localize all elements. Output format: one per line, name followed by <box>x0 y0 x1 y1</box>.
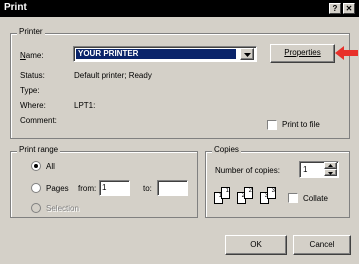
status-label: Status: <box>20 71 45 80</box>
status-value: Default printer; Ready <box>74 71 152 80</box>
spin-up-icon <box>328 164 333 167</box>
chevron-down-icon <box>244 53 251 57</box>
properties-label: Properties <box>284 48 321 57</box>
to-input[interactable] <box>157 180 188 196</box>
window-title: Print <box>4 2 27 13</box>
copies-number-value: 1 <box>303 165 308 174</box>
where-label: Where: <box>20 101 46 110</box>
copies-number-input[interactable]: 1 <box>299 161 339 178</box>
type-label: Type: <box>20 86 40 95</box>
printer-name-value: YOUR PRINTER <box>78 49 139 58</box>
pages-radio[interactable] <box>31 183 41 193</box>
collate-page: 2 <box>244 187 253 199</box>
from-label: from: <box>78 184 97 193</box>
collate-illustration: 1 1 2 2 3 3 <box>214 186 294 208</box>
selection-label: Selection <box>46 204 79 213</box>
selection-radio[interactable] <box>31 203 41 213</box>
annotation-arrow-icon <box>335 46 358 60</box>
all-radio[interactable] <box>31 161 41 171</box>
printer-group-label: Printer <box>17 27 45 36</box>
spin-up-button[interactable] <box>324 162 337 169</box>
collate-page: 3 <box>267 187 276 199</box>
copies-group-label: Copies <box>212 145 241 154</box>
ok-button[interactable]: OK <box>225 235 287 255</box>
collate-checkbox[interactable] <box>288 193 298 203</box>
print-to-file-checkbox[interactable] <box>267 120 277 130</box>
print-range-group-label: Print range <box>17 145 61 154</box>
cancel-button[interactable]: Cancel <box>293 235 351 255</box>
from-value: 1 <box>102 183 107 192</box>
collate-label: Collate <box>303 194 328 203</box>
help-button[interactable]: ? <box>329 3 341 14</box>
name-label: Name: <box>20 51 44 60</box>
spin-down-button[interactable] <box>324 169 337 176</box>
where-value: LPT1: <box>74 101 96 110</box>
comment-label: Comment: <box>20 116 57 125</box>
copies-number-label: Number of copies: <box>215 166 280 175</box>
pages-label: Pages <box>46 184 69 193</box>
properties-button[interactable]: Properties <box>270 44 335 63</box>
spin-down-icon <box>328 172 333 175</box>
all-label: All <box>46 162 55 171</box>
to-label: to: <box>143 184 152 193</box>
collate-page: 1 <box>221 187 230 199</box>
print-to-file-label: Print to file <box>282 120 320 129</box>
printer-name-select[interactable]: YOUR PRINTER <box>73 46 257 62</box>
close-button[interactable]: ✕ <box>343 3 355 14</box>
dropdown-button[interactable] <box>240 48 254 60</box>
title-bar <box>0 0 359 17</box>
from-input[interactable]: 1 <box>99 180 130 196</box>
